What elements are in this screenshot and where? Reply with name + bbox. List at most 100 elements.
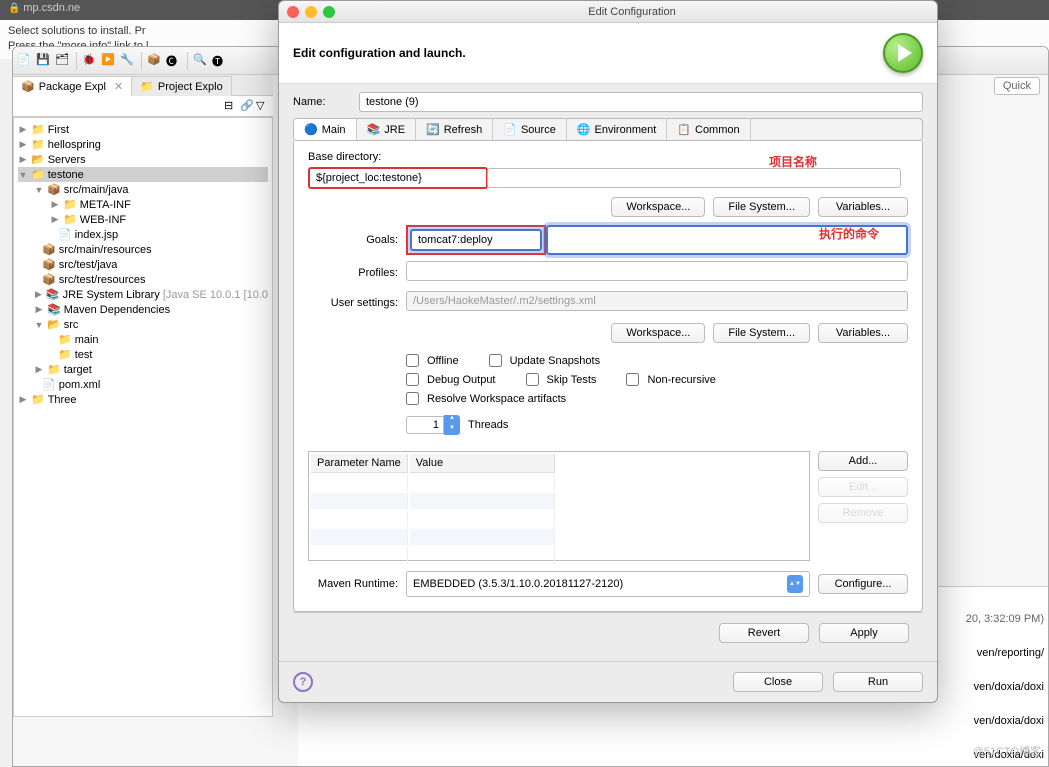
annotation-command: 执行的命令 [819, 225, 879, 242]
run-button-large[interactable] [883, 33, 923, 73]
project-explorer-tab[interactable]: 📁 Project Explo [132, 76, 232, 96]
add-param-button[interactable]: Add... [818, 451, 908, 471]
folder-icon: 📁 [47, 363, 61, 376]
folder-icon: 📁 [58, 333, 72, 346]
threads-input[interactable] [406, 416, 444, 434]
revert-button[interactable]: Revert [719, 623, 809, 643]
xml-file-icon: 📄 [42, 378, 56, 391]
source-folder-icon: 📦 [47, 183, 61, 196]
maven-runtime-select[interactable]: EMBEDDED (3.5.3/1.10.0.20181127-2120) ▲▼ [406, 571, 810, 597]
edit-param-button: Edit... [818, 477, 908, 497]
source-folder-icon: 📦 [42, 243, 56, 256]
filesystem-button[interactable]: File System... [713, 197, 810, 217]
watermark: @51CTO博客 [973, 743, 1041, 759]
project-icon: 📁 [31, 138, 45, 151]
dialog-titlebar[interactable]: Edit Configuration [279, 1, 937, 23]
folder-icon: 📁 [63, 213, 77, 226]
goals-label: Goals: [308, 234, 398, 246]
view-menu-icon[interactable]: ▽ [256, 99, 270, 113]
base-directory-label: Base directory: [308, 151, 908, 163]
window-zoom-icon[interactable] [323, 6, 335, 18]
config-tabs: 🔵Main 📚JRE 🔄Refresh 📄Source 🌐Environment… [293, 118, 923, 141]
source-folder-icon: 📦 [42, 273, 56, 286]
base-directory-input[interactable] [308, 167, 488, 189]
parameters-table[interactable]: Parameter NameValue [308, 451, 810, 561]
name-label: Name: [293, 96, 353, 108]
package-explorer-tab[interactable]: 📦 Package Expl ✕ [13, 76, 132, 96]
library-icon: 📚 [47, 303, 61, 316]
new-icon[interactable]: 📄 [17, 53, 33, 69]
window-close-icon[interactable] [287, 6, 299, 18]
search-icon[interactable]: 🔍 [193, 53, 209, 69]
variables-button-2[interactable]: Variables... [818, 323, 908, 343]
collapse-all-icon[interactable]: ⊟ [224, 99, 238, 113]
source-tab-icon: 📄 [503, 123, 517, 136]
remove-param-button: Remove [818, 503, 908, 523]
project-tree[interactable]: ▶📁First ▶📁hellospring ▶📂Servers ▼📁teston… [13, 117, 273, 717]
jre-tab-icon: 📚 [367, 123, 381, 136]
source-folder-icon: 📦 [42, 258, 56, 271]
new-package-icon[interactable]: 📦 [147, 53, 163, 69]
tab-environment[interactable]: 🌐Environment [567, 119, 667, 140]
folder-icon: 📁 [140, 80, 154, 93]
tab-main[interactable]: 🔵Main [294, 119, 357, 140]
tab-refresh[interactable]: 🔄Refresh [416, 119, 493, 140]
skip-tests-checkbox[interactable] [526, 373, 539, 386]
tree-testone[interactable]: ▼📁testone [18, 167, 268, 182]
folder-icon: 📁 [58, 348, 72, 361]
new-class-icon[interactable]: 🅒 [166, 53, 182, 69]
spin-up-icon[interactable]: ▲ [444, 415, 460, 425]
workspace-button-2[interactable]: Workspace... [611, 323, 705, 343]
apply-button[interactable]: Apply [819, 623, 909, 643]
quick-access[interactable]: Quick [994, 77, 1040, 95]
threads-spinner[interactable]: ▲▼ [406, 415, 460, 435]
env-tab-icon: 🌐 [577, 123, 591, 136]
window-minimize-icon[interactable] [305, 6, 317, 18]
edit-configuration-dialog: Edit Configuration Edit configuration an… [278, 0, 938, 703]
folder-icon: 📁 [63, 198, 77, 211]
tab-common[interactable]: 📋Common [667, 119, 750, 140]
tab-source[interactable]: 📄Source [493, 119, 567, 140]
debug-icon[interactable]: 🐞 [82, 53, 98, 69]
workspace-button[interactable]: Workspace... [611, 197, 705, 217]
run-last-icon[interactable]: 🔧 [120, 53, 136, 69]
run-button[interactable]: Run [833, 672, 923, 692]
non-recursive-checkbox[interactable] [626, 373, 639, 386]
profiles-input[interactable] [406, 261, 908, 281]
close-icon[interactable]: ✕ [114, 80, 123, 93]
link-editor-icon[interactable]: 🔗 [240, 99, 254, 113]
run-icon[interactable]: ▶️ [101, 53, 117, 69]
project-icon: 📁 [31, 123, 45, 136]
maven-runtime-label: Maven Runtime: [308, 578, 398, 590]
configure-button[interactable]: Configure... [818, 574, 908, 594]
resolve-workspace-checkbox[interactable] [406, 392, 419, 405]
refresh-tab-icon: 🔄 [426, 123, 440, 136]
save-all-icon[interactable]: 🗂 [55, 53, 71, 69]
dialog-heading: Edit configuration and launch. [293, 46, 466, 60]
user-settings-input[interactable] [406, 291, 908, 311]
open-type-icon[interactable]: 🅣 [212, 53, 228, 69]
filesystem-button-2[interactable]: File System... [713, 323, 810, 343]
offline-checkbox[interactable] [406, 354, 419, 367]
save-icon[interactable]: 💾 [36, 53, 52, 69]
main-tab-icon: 🔵 [304, 123, 318, 136]
name-input[interactable] [359, 92, 923, 112]
package-icon: 📦 [21, 80, 35, 93]
help-icon[interactable]: ? [293, 672, 313, 692]
folder-icon: 📂 [47, 318, 61, 331]
project-icon: 📁 [31, 168, 45, 181]
spin-down-icon[interactable]: ▼ [444, 425, 460, 435]
annotation-project-name: 项目名称 [769, 153, 817, 170]
base-directory-input-rest[interactable] [487, 168, 901, 188]
goals-input[interactable] [410, 229, 542, 251]
select-arrows-icon[interactable]: ▲▼ [787, 575, 803, 593]
servers-icon: 📂 [31, 153, 45, 166]
explorer-tabs: 📦 Package Expl ✕ 📁 Project Explo [13, 75, 273, 96]
tab-jre[interactable]: 📚JRE [357, 119, 416, 140]
update-snapshots-checkbox[interactable] [489, 354, 502, 367]
threads-label: Threads [468, 419, 508, 431]
close-button[interactable]: Close [733, 672, 823, 692]
project-icon: 📁 [31, 393, 45, 406]
debug-output-checkbox[interactable] [406, 373, 419, 386]
variables-button[interactable]: Variables... [818, 197, 908, 217]
